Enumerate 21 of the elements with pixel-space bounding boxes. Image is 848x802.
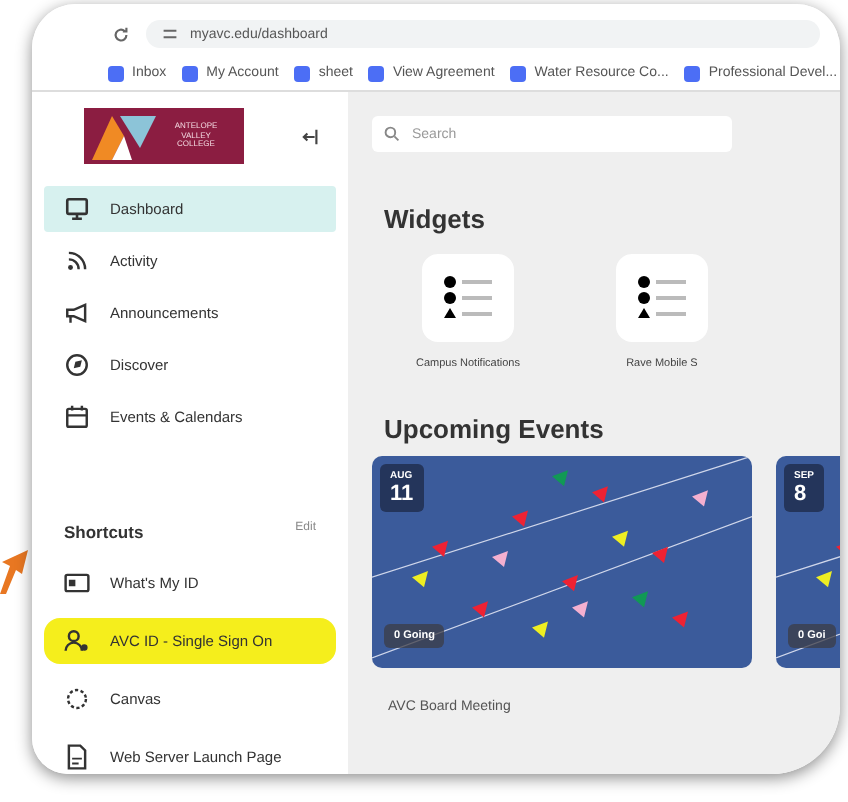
- widgets-heading: Widgets: [384, 204, 487, 234]
- widget-tile[interactable]: [615, 254, 708, 342]
- compass-icon: [64, 352, 90, 378]
- shortcuts-heading: Shortcuts: [64, 522, 144, 542]
- site-settings-icon: [162, 26, 178, 42]
- user-icon: [64, 628, 90, 654]
- list-icon: [443, 276, 492, 320]
- monitor-icon: [64, 196, 90, 222]
- collapse-sidebar-icon[interactable]: [302, 127, 320, 145]
- calendar-icon: [64, 404, 90, 430]
- document-icon: [64, 744, 90, 770]
- search-icon: [384, 126, 400, 142]
- rss-icon: [64, 248, 90, 274]
- events-heading: Upcoming Events: [384, 414, 606, 444]
- widget-tile[interactable]: [421, 254, 514, 342]
- dotted-circle-icon: [64, 686, 90, 712]
- id-card-icon: [64, 570, 90, 596]
- list-icon: [637, 276, 686, 320]
- reload-icon[interactable]: [112, 25, 130, 43]
- megaphone-icon: [64, 300, 90, 326]
- pointer-arrow: [0, 550, 28, 594]
